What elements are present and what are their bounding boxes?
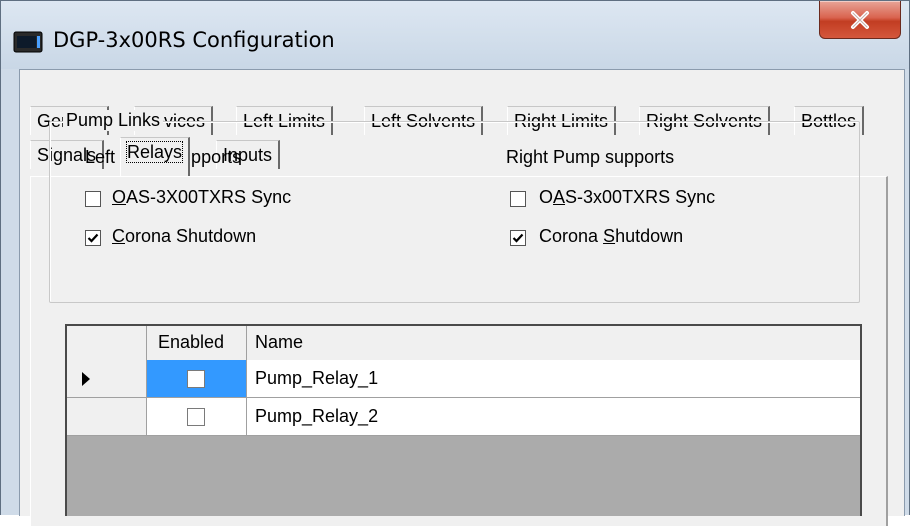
close-button[interactable]: [819, 1, 901, 39]
checkmark-icon: [87, 233, 99, 243]
config-window: DGP-3x00RS Configuration General Devices…: [0, 0, 910, 526]
left-corona-shutdown-label[interactable]: Corona Shutdown: [112, 226, 256, 247]
grid-header: Enabled Name: [67, 326, 860, 361]
right-oas-sync-checkbox[interactable]: [510, 191, 526, 207]
row-pointer-icon: [82, 372, 90, 386]
row-header[interactable]: [67, 360, 147, 398]
name-cell[interactable]: Pump_Relay_1: [247, 360, 860, 398]
enabled-checkbox[interactable]: [187, 370, 205, 388]
name-cell[interactable]: Pump_Relay_2: [247, 398, 860, 436]
relay-grid[interactable]: Enabled Name Pump_Relay_1 Pump_Relay_2: [65, 324, 862, 516]
title-bar[interactable]: DGP-3x00RS Configuration: [1, 1, 909, 69]
enabled-cell[interactable]: [147, 398, 247, 436]
left-oas-sync-label[interactable]: OAS-3X00TXRS Sync: [112, 187, 291, 208]
row-header-corner: [67, 326, 147, 360]
column-header-name[interactable]: Name: [247, 326, 860, 360]
enabled-checkbox[interactable]: [187, 408, 205, 426]
close-x-icon: [851, 11, 869, 29]
right-pump-heading: Right Pump supports: [506, 147, 675, 167]
right-corona-shutdown-label[interactable]: Corona Shutdown: [539, 226, 683, 247]
enabled-cell[interactable]: [147, 360, 247, 398]
row-header[interactable]: [67, 398, 147, 436]
right-corona-shutdown-checkbox[interactable]: [510, 230, 526, 246]
table-row[interactable]: Pump_Relay_2: [67, 398, 860, 436]
column-header-enabled[interactable]: Enabled: [147, 326, 247, 360]
checkmark-icon: [512, 233, 524, 243]
app-icon: [13, 31, 43, 53]
left-oas-sync-checkbox[interactable]: [85, 191, 101, 207]
table-row[interactable]: Pump_Relay_1: [67, 360, 860, 398]
window-title: DGP-3x00RS Configuration: [53, 28, 335, 52]
left-corona-shutdown-checkbox[interactable]: [85, 230, 101, 246]
right-oas-sync-label[interactable]: OAS-3x00TXRS Sync: [539, 187, 715, 208]
pump-links-title: Pump Links: [63, 110, 164, 131]
tab-relays[interactable]: Relays: [120, 137, 191, 176]
